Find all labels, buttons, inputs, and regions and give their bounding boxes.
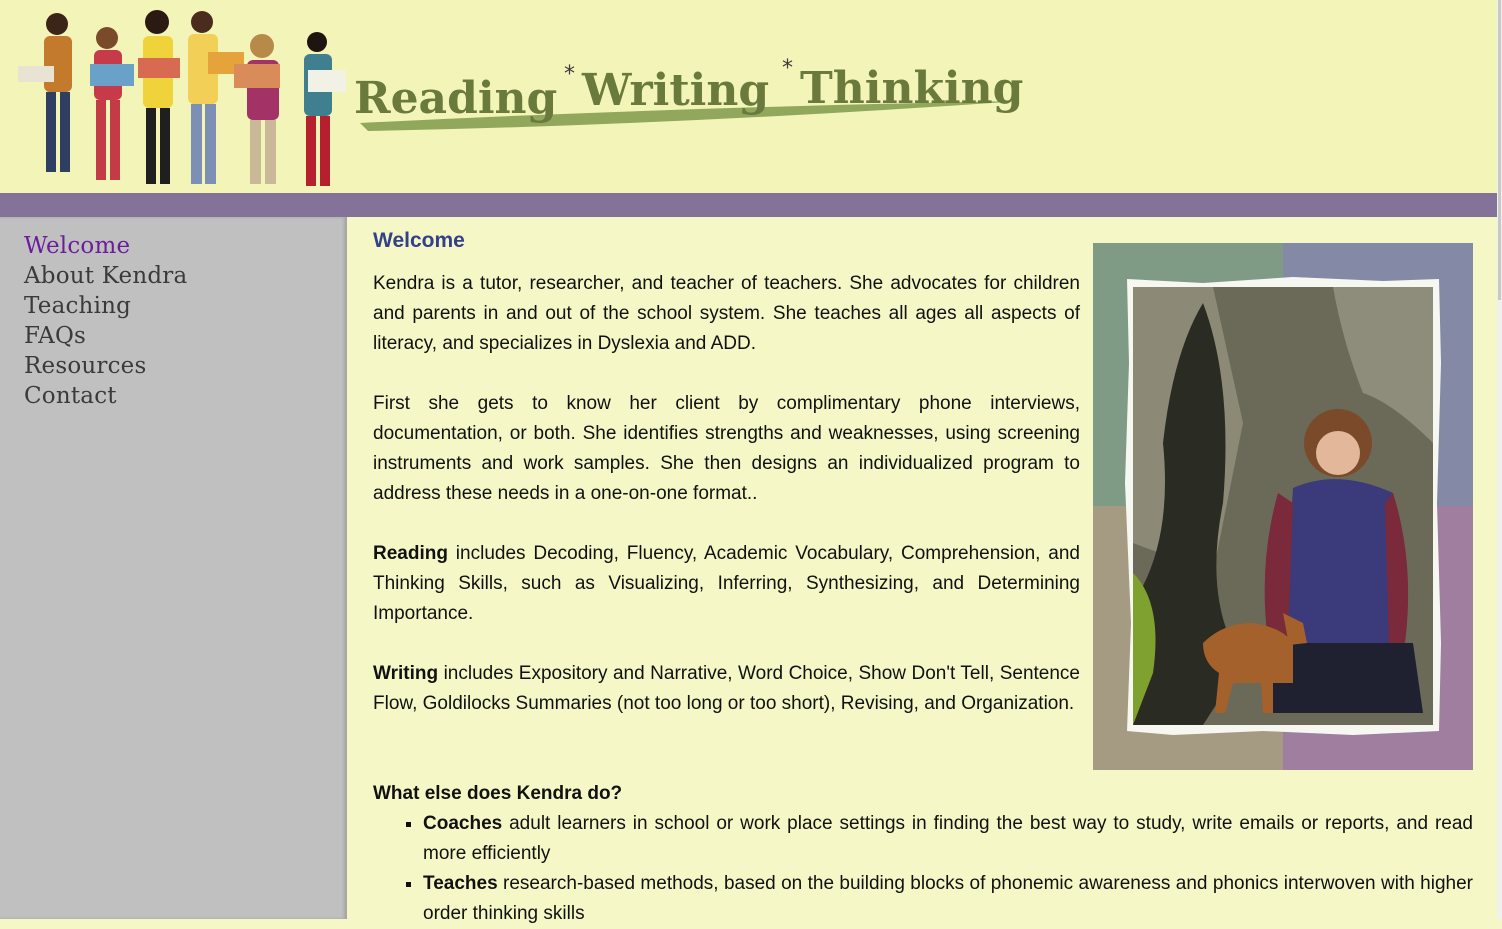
more-heading: What else does Kendra do? <box>373 783 623 804</box>
welcome-text: Kendra is a tutor, researcher, and teach… <box>373 269 1080 749</box>
kendra-photo <box>1093 243 1473 770</box>
vertical-scrollbar[interactable] <box>1497 0 1502 919</box>
writing-text: includes Expository and Narrative, Word … <box>373 663 1080 714</box>
approach-paragraph: First she gets to know her client by com… <box>373 393 1080 504</box>
teaches-text: research-based methods, based on the bui… <box>423 873 1473 924</box>
reading-text: includes Decoding, Fluency, Academic Voc… <box>373 543 1080 624</box>
reading-label: Reading <box>373 543 448 564</box>
nav-item-teaching[interactable]: Teaching <box>24 291 347 321</box>
writing-paragraph: Writing includes Expository and Narrativ… <box>373 659 1080 719</box>
site-header: Reading * Writing * Thinking <box>0 0 1497 193</box>
nav-item-about-kendra[interactable]: About Kendra <box>24 261 347 291</box>
main-nav: Welcome About Kendra Teaching FAQs Resou… <box>0 217 347 411</box>
logo-separator-1: * <box>564 62 575 87</box>
main-content: Welcome Kendra is a tutor, researcher, a… <box>373 217 1473 924</box>
coaches-text: adult learners in school or work place s… <box>423 813 1473 864</box>
nav-item-faqs[interactable]: FAQs <box>24 321 347 351</box>
reading-paragraph: Reading includes Decoding, Fluency, Acad… <box>373 539 1080 629</box>
header-divider-band <box>0 193 1497 217</box>
site-logo: Reading * Writing * Thinking <box>354 56 1023 131</box>
nav-item-welcome[interactable]: Welcome <box>24 231 347 261</box>
logo-word-thinking: Thinking <box>800 63 1023 114</box>
nav-item-contact[interactable]: Contact <box>24 381 347 411</box>
list-item: Teaches research-based methods, based on… <box>423 869 1473 929</box>
teaches-label: Teaches <box>423 873 498 894</box>
page-title: Welcome <box>373 229 465 252</box>
services-list: Coaches adult learners in school or work… <box>373 809 1473 929</box>
list-item: Coaches adult learners in school or work… <box>423 809 1473 869</box>
more-section: What else does Kendra do? Coaches adult … <box>373 779 1473 929</box>
nav-item-resources[interactable]: Resources <box>24 351 347 381</box>
sidebar: Welcome About Kendra Teaching FAQs Resou… <box>0 217 347 919</box>
coaches-label: Coaches <box>423 813 503 834</box>
logo-word-writing: Writing <box>581 65 769 116</box>
children-reading-image <box>18 10 346 186</box>
logo-separator-2: * <box>782 56 793 81</box>
scrollbar-thumb[interactable] <box>1498 0 1501 300</box>
intro-paragraph: Kendra is a tutor, researcher, and teach… <box>373 273 1080 354</box>
logo-word-reading: Reading <box>354 73 557 124</box>
writing-label: Writing <box>373 663 439 684</box>
